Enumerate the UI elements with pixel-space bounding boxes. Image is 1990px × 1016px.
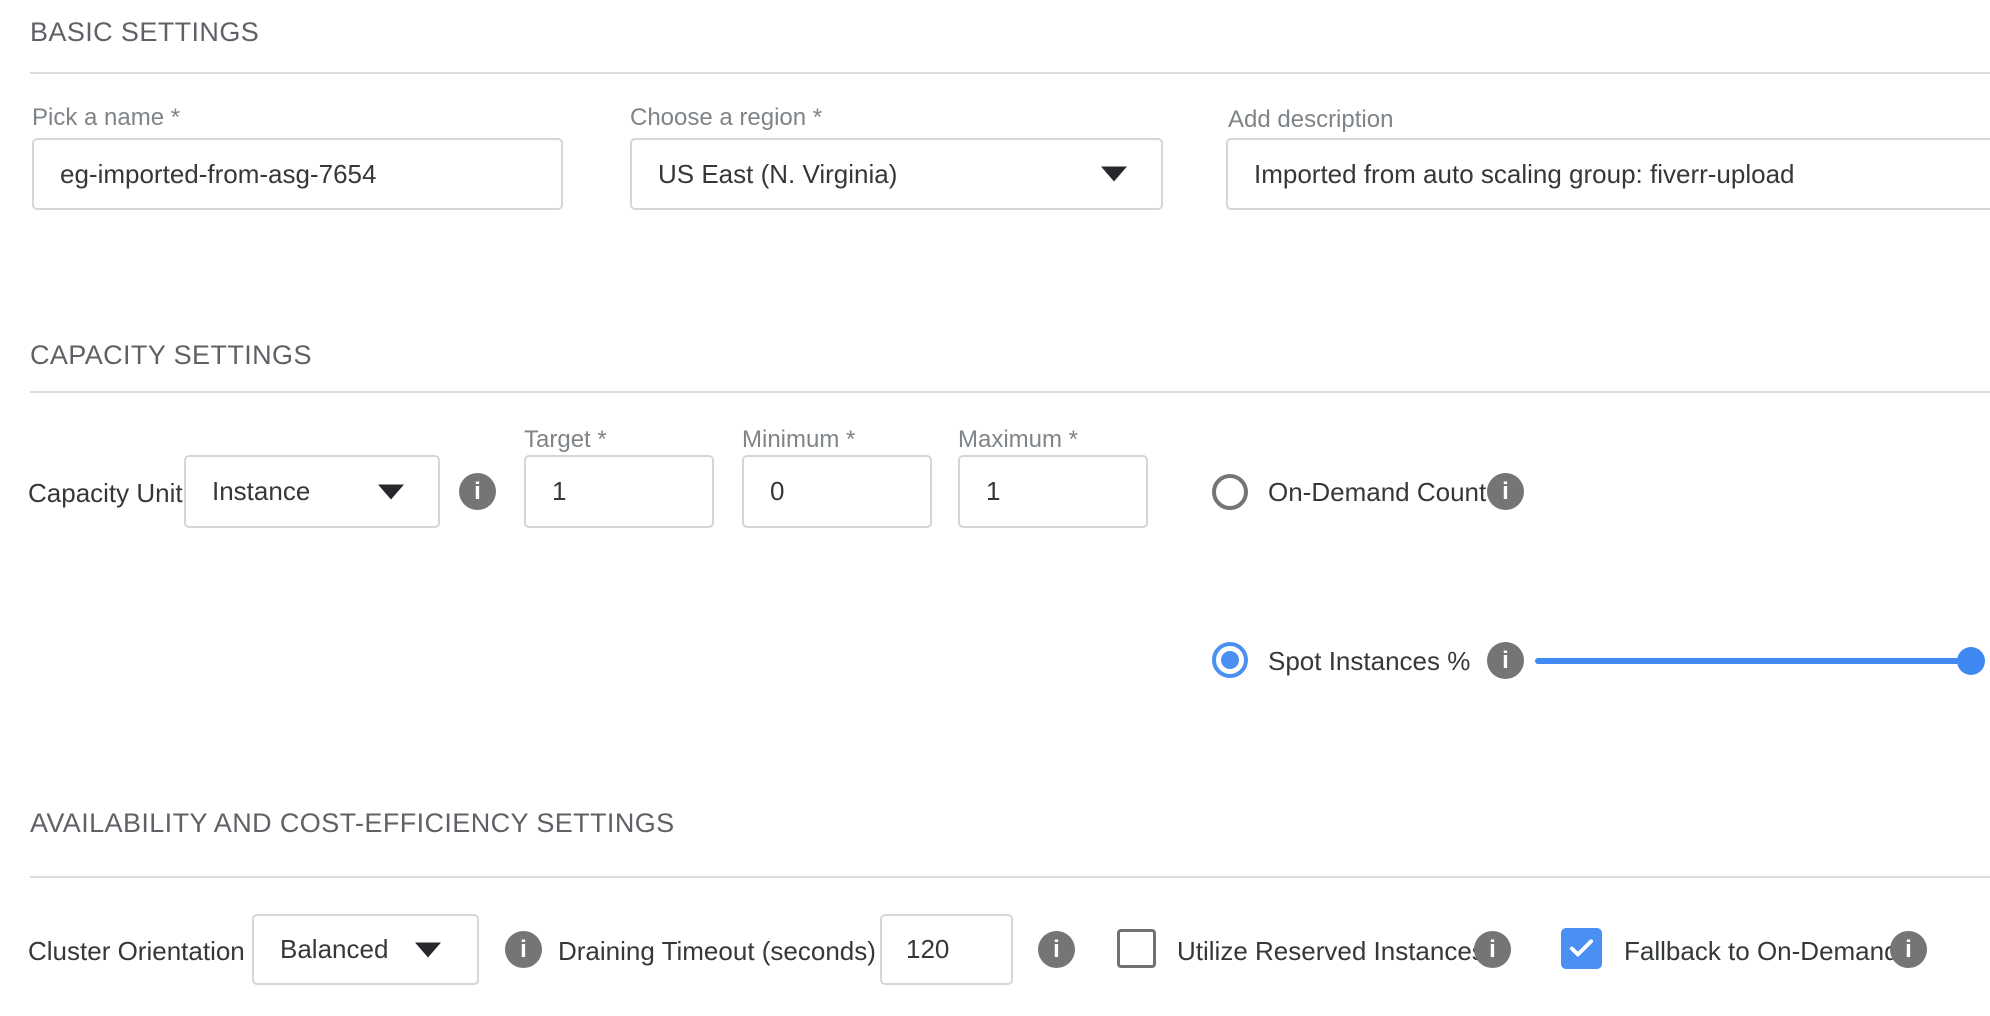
region-select-value: US East (N. Virginia) <box>658 159 897 190</box>
spot-instances-radio[interactable] <box>1212 642 1248 678</box>
spot-instances-label: Spot Instances % <box>1268 646 1470 677</box>
minimum-field-label: Minimum * <box>742 426 855 454</box>
on-demand-count-radio[interactable] <box>1212 474 1248 510</box>
region-select[interactable]: US East (N. Virginia) <box>630 138 1163 210</box>
spot-percentage-slider-handle[interactable] <box>1957 647 1985 675</box>
cluster-orientation-value: Balanced <box>280 934 388 965</box>
cluster-orientation-select[interactable]: Balanced <box>252 914 479 985</box>
target-input-value: 1 <box>552 476 566 507</box>
capacity-unit-value: Instance <box>212 476 310 507</box>
draining-timeout-input[interactable]: 120 <box>880 914 1013 985</box>
capacity-unit-label: Capacity Unit <box>28 478 183 509</box>
draining-timeout-value: 120 <box>906 934 949 965</box>
cluster-orientation-info-icon[interactable]: i <box>505 931 542 968</box>
info-glyph: i <box>1502 647 1509 675</box>
section-divider <box>30 391 1990 393</box>
capacity-settings-title: CAPACITY SETTINGS <box>30 340 312 371</box>
region-field-label: Choose a region * <box>630 104 822 132</box>
draining-timeout-label: Draining Timeout (seconds) <box>558 936 876 967</box>
draining-timeout-info-icon[interactable]: i <box>1038 931 1075 968</box>
check-icon <box>1567 934 1596 963</box>
basic-settings-title: BASIC SETTINGS <box>30 17 259 48</box>
availability-settings-title: AVAILABILITY AND COST-EFFICIENCY SETTING… <box>30 808 675 839</box>
target-input[interactable]: 1 <box>524 455 714 528</box>
description-field-label: Add description <box>1228 106 1393 134</box>
info-glyph: i <box>474 478 481 506</box>
maximum-input[interactable]: 1 <box>958 455 1148 528</box>
utilize-reserved-checkbox[interactable] <box>1117 929 1156 968</box>
spot-percentage-slider-track[interactable] <box>1535 658 1971 664</box>
description-input[interactable]: Imported from auto scaling group: fiverr… <box>1226 138 1990 210</box>
info-glyph: i <box>1905 936 1912 964</box>
capacity-unit-select[interactable]: Instance <box>184 455 440 528</box>
description-input-value: Imported from auto scaling group: fiverr… <box>1254 159 1795 190</box>
on-demand-count-label: On-Demand Count <box>1268 477 1486 508</box>
info-glyph: i <box>1502 478 1509 506</box>
info-glyph: i <box>1053 936 1060 964</box>
utilize-reserved-label: Utilize Reserved Instances <box>1177 936 1485 967</box>
chevron-down-icon <box>378 484 404 499</box>
minimum-input[interactable]: 0 <box>742 455 932 528</box>
capacity-unit-info-icon[interactable]: i <box>459 473 496 510</box>
info-glyph: i <box>520 936 527 964</box>
target-field-label: Target * <box>524 426 607 454</box>
info-glyph: i <box>1489 936 1496 964</box>
chevron-down-icon <box>415 942 441 957</box>
elastigroup-settings-form: BASIC SETTINGS Pick a name * eg-imported… <box>0 0 1990 1016</box>
section-divider <box>30 72 1990 74</box>
utilize-reserved-info-icon[interactable]: i <box>1474 931 1511 968</box>
chevron-down-icon <box>1101 167 1127 182</box>
name-field-label: Pick a name * <box>32 104 180 132</box>
name-input-value: eg-imported-from-asg-7654 <box>60 159 376 190</box>
name-input[interactable]: eg-imported-from-asg-7654 <box>32 138 563 210</box>
fallback-on-demand-info-icon[interactable]: i <box>1890 931 1927 968</box>
fallback-on-demand-label: Fallback to On-Demand <box>1624 936 1899 967</box>
cluster-orientation-label: Cluster Orientation <box>28 936 245 967</box>
spot-instances-info-icon[interactable]: i <box>1487 642 1524 679</box>
maximum-input-value: 1 <box>986 476 1000 507</box>
fallback-on-demand-checkbox[interactable] <box>1561 928 1602 969</box>
minimum-input-value: 0 <box>770 476 784 507</box>
section-divider <box>30 876 1990 878</box>
on-demand-count-info-icon[interactable]: i <box>1487 473 1524 510</box>
maximum-field-label: Maximum * <box>958 426 1078 454</box>
